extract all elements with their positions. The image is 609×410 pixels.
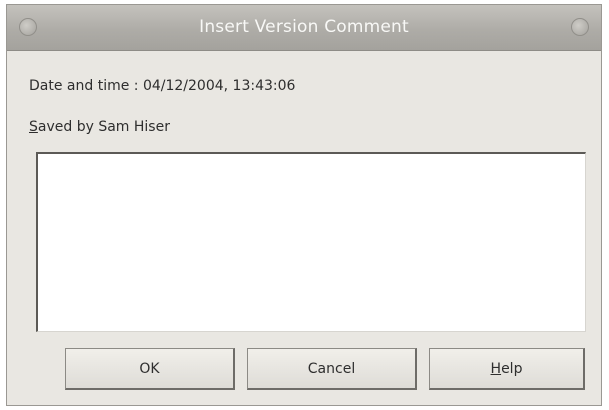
saved-by-text: aved by Sam Hiser xyxy=(37,119,170,135)
cancel-button-label: Cancel xyxy=(307,360,356,377)
title-bar[interactable]: Insert Version Comment xyxy=(7,5,601,51)
cancel-button[interactable]: Cancel xyxy=(247,348,417,390)
close-window-icon[interactable] xyxy=(571,18,589,36)
help-button[interactable]: Help xyxy=(429,348,585,390)
help-text: elp xyxy=(501,360,523,377)
version-comment-textarea[interactable] xyxy=(36,152,586,332)
ok-button[interactable]: OK xyxy=(65,348,235,390)
help-button-label: Help xyxy=(491,361,523,377)
ok-button-label: OK xyxy=(139,360,160,377)
help-mnemonic: H xyxy=(490,360,502,377)
insert-version-comment-dialog: Insert Version Comment Date and time : 0… xyxy=(6,4,602,406)
saved-by-mnemonic: S xyxy=(29,119,38,135)
saved-by-label: Saved by Sam Hiser xyxy=(29,119,170,135)
dialog-title: Insert Version Comment xyxy=(199,17,409,37)
date-time-label: Date and time : 04/12/2004, 13:43:06 xyxy=(29,78,296,94)
